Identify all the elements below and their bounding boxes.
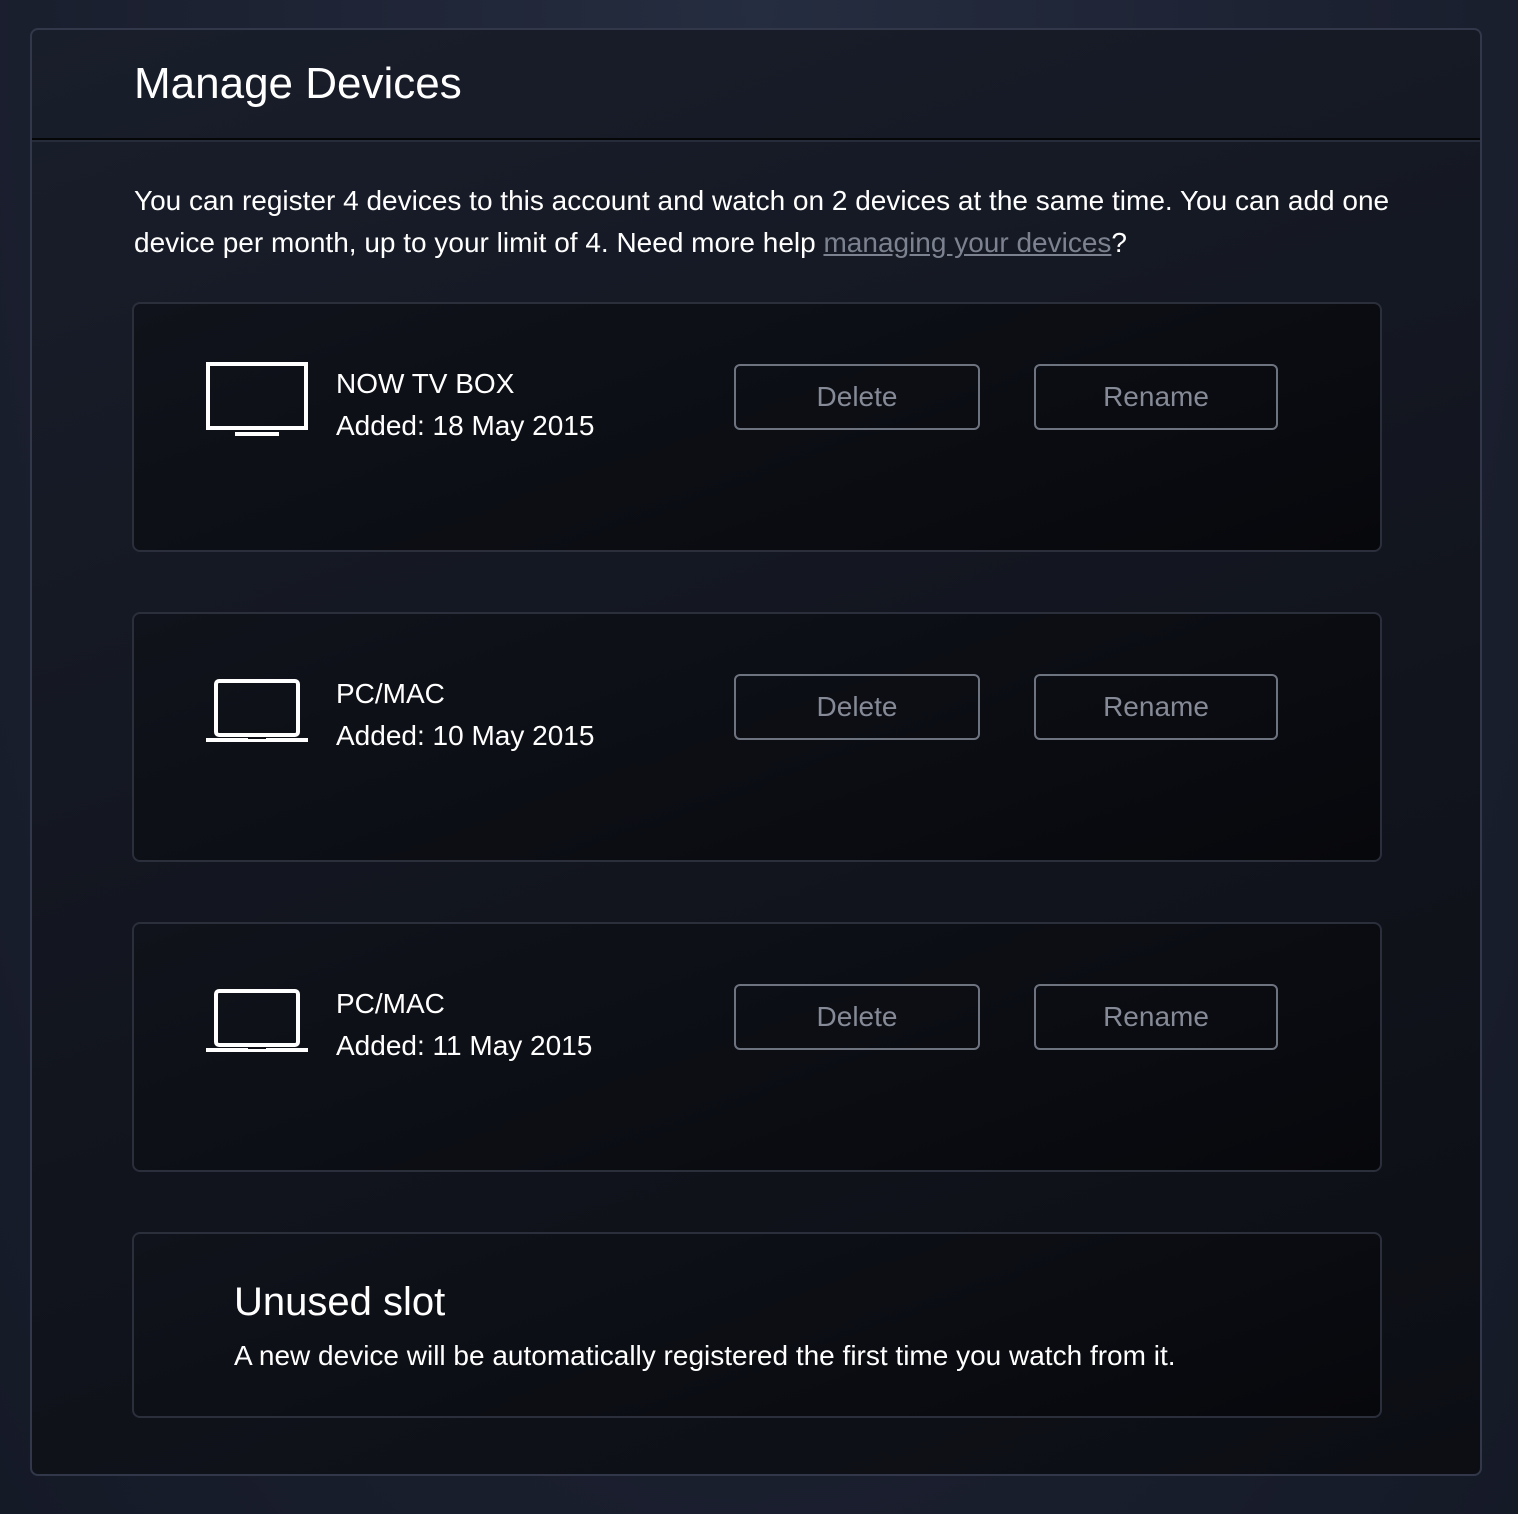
- device-name: NOW TV BOX: [336, 368, 515, 399]
- device-added-date: Added: 18 May 2015: [336, 410, 595, 441]
- rename-button[interactable]: Rename: [1034, 984, 1278, 1050]
- rename-button[interactable]: Rename: [1034, 674, 1278, 740]
- managing-devices-link[interactable]: managing your devices: [823, 227, 1111, 258]
- laptop-icon: [206, 679, 308, 742]
- page-title: Manage Devices: [134, 59, 462, 108]
- unused-slot-card: Unused slot A new device will be automat…: [132, 1232, 1382, 1418]
- device-added-date: Added: 11 May 2015: [336, 1030, 593, 1061]
- intro-text: You can register 4 devices to this accou…: [134, 180, 1414, 264]
- device-card: PC/MAC Added: 11 May 2015 Delete Rename: [132, 922, 1382, 1172]
- laptop-icon: [206, 989, 308, 1052]
- rename-button[interactable]: Rename: [1034, 364, 1278, 430]
- device-card: NOW TV BOX Added: 18 May 2015 Delete Ren…: [132, 302, 1382, 552]
- unused-slot-description: A new device will be automatically regis…: [234, 1340, 1176, 1371]
- device-name: PC/MAC: [336, 678, 445, 709]
- panel-header: Manage Devices: [32, 30, 1480, 140]
- tv-icon: [206, 362, 308, 436]
- manage-devices-panel: Manage Devices You can register 4 device…: [30, 28, 1482, 1476]
- intro-suffix: ?: [1111, 227, 1127, 258]
- delete-button[interactable]: Delete: [734, 984, 980, 1050]
- device-added-date: Added: 10 May 2015: [336, 720, 595, 751]
- device-card: PC/MAC Added: 10 May 2015 Delete Rename: [132, 612, 1382, 862]
- intro-body: You can register 4 devices to this accou…: [134, 185, 1390, 258]
- unused-slot-title: Unused slot: [234, 1280, 446, 1324]
- delete-button[interactable]: Delete: [734, 364, 980, 430]
- device-name: PC/MAC: [336, 988, 445, 1019]
- delete-button[interactable]: Delete: [734, 674, 980, 740]
